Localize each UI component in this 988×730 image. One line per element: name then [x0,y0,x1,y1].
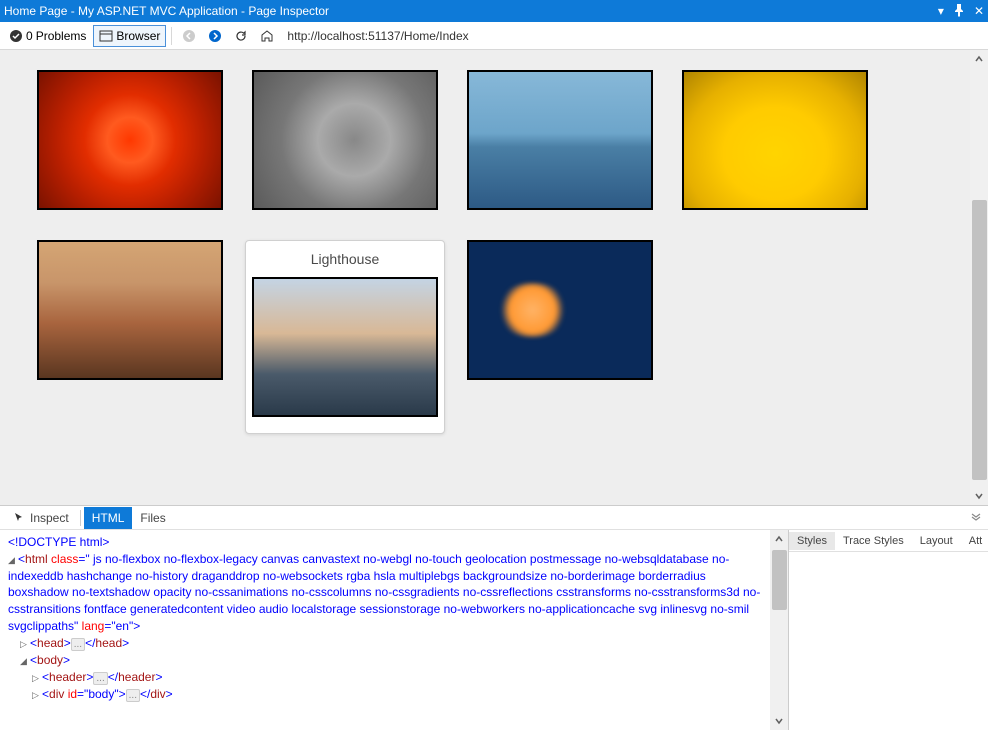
scrollbar-thumb[interactable] [972,200,987,480]
jellyfish-thumb[interactable]: Jellyfish [460,240,660,434]
lighthouse-thumb[interactable]: Lighthouse [245,240,445,434]
tab-files[interactable]: Files [132,507,173,529]
koala-thumb[interactable]: Koala [245,70,445,210]
thumb-image [37,240,223,380]
forward-icon [208,29,222,43]
html-scroll-up-icon[interactable] [770,530,788,548]
code-body-tag: ◢<body> [8,652,762,669]
thumb-image [252,277,438,417]
photo-gallery: ChrysanthemumKoalaPenguinsTulips Desert Li… [0,50,970,505]
styles-tabs: Styles Trace Styles Layout Att [789,530,988,552]
code-html-tag: ◢<html class=" js no-flexbox no-flexbox-… [8,551,762,635]
cursor-icon [12,511,26,525]
refresh-icon [234,29,248,43]
styles-pane: Styles Trace Styles Layout Att [788,530,988,730]
html-source[interactable]: <!DOCTYPE html> ◢<html class=" js no-fle… [0,530,770,730]
collapse-icon[interactable] [970,511,982,524]
back-icon [182,29,196,43]
toolbar: 0 Problems Browser [0,22,988,50]
code-head-tag: ▷<head>...</head> [8,635,762,652]
thumb-image [467,70,653,210]
tab-layout[interactable]: Layout [912,532,961,550]
penguins-thumb[interactable]: Penguins [460,70,660,210]
inspector-panel: Inspect HTML Files <!DOCTYPE html> ◢<htm… [0,505,988,730]
browser-icon [99,29,113,43]
problems-button[interactable]: 0 Problems [4,26,91,46]
address-bar[interactable] [281,26,984,46]
panel-body: <!DOCTYPE html> ◢<html class=" js no-fle… [0,530,988,730]
tab-attributes[interactable]: Att [961,532,988,550]
tulips-thumb[interactable]: Tulips [675,70,875,210]
home-icon [260,29,274,43]
window-title: Home Page - My ASP.NET MVC Application -… [4,4,938,18]
forward-button[interactable] [203,26,227,46]
thumb-image [467,240,653,380]
html-source-pane: <!DOCTYPE html> ◢<html class=" js no-fle… [0,530,788,730]
code-header-tag: ▷<header>...</header> [8,669,762,686]
tab-html[interactable]: HTML [84,507,133,529]
tab-trace-styles[interactable]: Trace Styles [835,532,912,550]
problems-label: Problems [36,29,87,43]
code-div-body: ▷<div id="body">...</div> [8,686,762,703]
browser-label: Browser [116,29,160,43]
pin-icon[interactable] [952,3,966,20]
inspect-button[interactable]: Inspect [4,507,77,529]
check-circle-icon [9,29,23,43]
code-doctype: <!DOCTYPE html> [8,535,109,549]
chrysanthemum-thumb[interactable]: Chrysanthemum [30,70,230,210]
thumb-image [252,70,438,210]
styles-body [789,552,988,730]
panel-tabs: Inspect HTML Files [0,506,988,530]
html-scrollbar[interactable] [770,530,788,730]
refresh-button[interactable] [229,26,253,46]
home-button[interactable] [255,26,279,46]
toolbar-separator [171,27,172,45]
window-options-icon[interactable]: ▾ [938,4,944,18]
thumb-image [682,70,868,210]
browser-viewport: ChrysanthemumKoalaPenguinsTulips Desert Li… [0,50,988,505]
tab-styles[interactable]: Styles [789,532,835,550]
browser-button[interactable]: Browser [93,25,166,47]
scroll-down-icon[interactable] [970,487,988,505]
html-scroll-down-icon[interactable] [770,712,788,730]
close-icon[interactable]: ✕ [974,4,984,18]
problems-count: 0 [26,29,33,43]
tab-separator [80,510,81,526]
scroll-up-icon[interactable] [970,50,988,68]
html-scrollbar-thumb[interactable] [772,550,787,610]
title-bar: Home Page - My ASP.NET MVC Application -… [0,0,988,22]
thumb-image [37,70,223,210]
thumb-caption: Lighthouse [246,241,444,277]
back-button[interactable] [177,26,201,46]
desert-thumb[interactable]: Desert [30,240,230,434]
vertical-scrollbar[interactable] [970,50,988,505]
